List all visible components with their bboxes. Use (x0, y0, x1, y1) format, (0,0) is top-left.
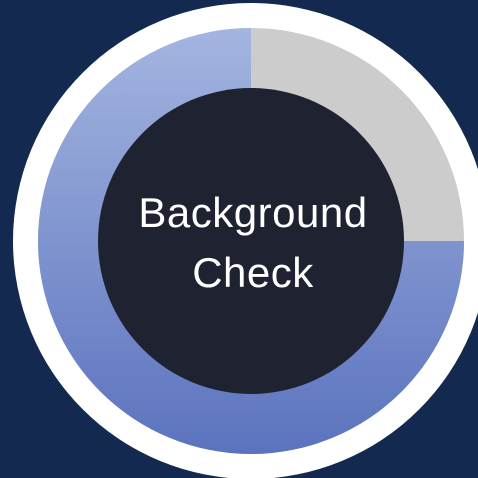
progress-widget: Background Check (0, 0, 478, 478)
progress-ring (13, 3, 478, 478)
center-disc (98, 88, 404, 394)
